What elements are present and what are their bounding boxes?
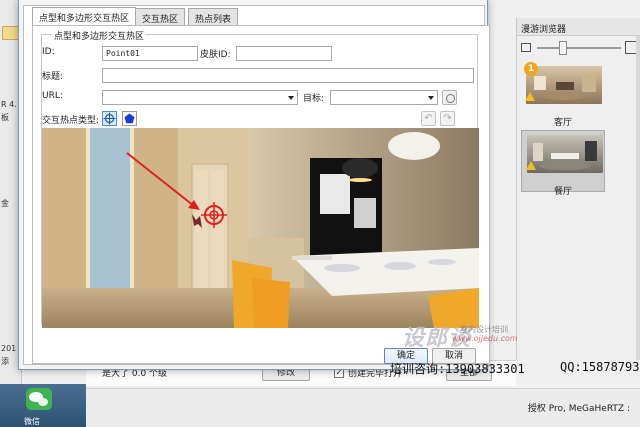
warning-triangle-icon [526,161,536,170]
license-text: 授权 Pro, MeGaHeRTZ : [527,404,630,414]
chevron-down-icon [428,96,434,100]
strip-text-4: 201 [1,344,17,353]
scene-number-badge: 1 [524,62,538,76]
crosshair-icon [103,112,116,125]
tab-content: 点型和多边形交互热区 ID: Point01 皮肤ID: 标题: URL: 目标… [32,25,490,364]
id-label: ID: [42,47,55,57]
scene-thumbnail-dining-room[interactable]: 餐厅 [521,130,605,197]
watermark: 设郎谈 室内设计培训 www.ojjedu.com [402,320,542,364]
zoom-slider-handle[interactable] [559,41,567,55]
hotspot-dialog: 点型和多边形交互热区 交互热区 热点列表 点型和多边形交互热区 ID: Poin… [18,0,490,370]
training-contact: 培训咨询:13903833301 [390,362,525,376]
thumbnail-small-icon [521,43,531,52]
thumbnail-zoom-slider [517,40,640,56]
taskbar-app-label: 微信 [24,417,40,426]
polygon-hotspot-type-button[interactable] [122,111,137,126]
browser-title: 漫游浏览器 [521,25,567,35]
browser-scrollbar[interactable] [636,36,640,360]
target-label: 目标: [303,94,325,104]
pentagon-icon [124,113,135,124]
redo-button[interactable]: ↷ [440,111,455,126]
strip-text-5: 添 [1,357,9,366]
warning-triangle-icon [525,92,535,101]
point-hotspot-type-button[interactable] [102,111,117,126]
strip-text-3: 金 [1,199,9,208]
dining-room-panorama [527,135,603,173]
dialog-body: 点型和多边形交互热区 交互热区 热点列表 点型和多边形交互热区 ID: Poin… [23,5,490,365]
tab-hotspot-list[interactable]: 热点列表 [188,8,239,25]
qq-contact: QQ:15878793 [560,360,640,374]
skin-id-input[interactable] [236,46,332,61]
status-strip: 授权 Pro, MeGaHeRTZ : [86,388,640,427]
wechat-icon[interactable] [26,388,52,410]
strip-text-1: R 4. [1,100,17,109]
title-label: 标题: [42,72,64,82]
scene-thumbnail-living-room[interactable]: 1 客厅 [521,62,605,128]
title-input[interactable] [102,68,474,83]
hotspot-type-label: 交互热点类型: [42,116,100,126]
scene-thumbnail-list: 1 客厅 餐厅 [521,62,637,198]
watermark-site: www.ojjedu.com [452,334,518,343]
strip-text-2: 板 [1,113,9,122]
groupbox-title: 点型和多边形交互热区 [52,29,147,42]
zoom-track[interactable] [537,47,621,49]
panorama-render-view[interactable] [42,128,479,328]
scene-name-label: 餐厅 [553,187,572,197]
undo-button[interactable]: ↶ [421,111,436,126]
target-combo[interactable] [330,90,438,105]
url-label: URL: [42,91,63,101]
tab-point-polygon-hotspot[interactable]: 点型和多边形交互热区 [32,7,137,25]
scene-name-label: 客厅 [553,118,572,128]
skin-id-label: 皮肤ID: [200,50,231,60]
reset-url-button[interactable] [442,90,457,105]
tour-browser-panel: 漫游浏览器 1 客厅 餐厅 [516,18,640,360]
hotspot-groupbox: 点型和多边形交互热区 ID: Point01 皮肤ID: 标题: URL: 目标… [41,29,479,328]
tab-interactive-hotspot[interactable]: 交互热区 [135,8,186,25]
browser-title-bar: 漫游浏览器 [517,18,640,36]
url-combo[interactable] [102,90,298,105]
chevron-down-icon [288,96,294,100]
id-input[interactable]: Point01 [102,46,198,61]
